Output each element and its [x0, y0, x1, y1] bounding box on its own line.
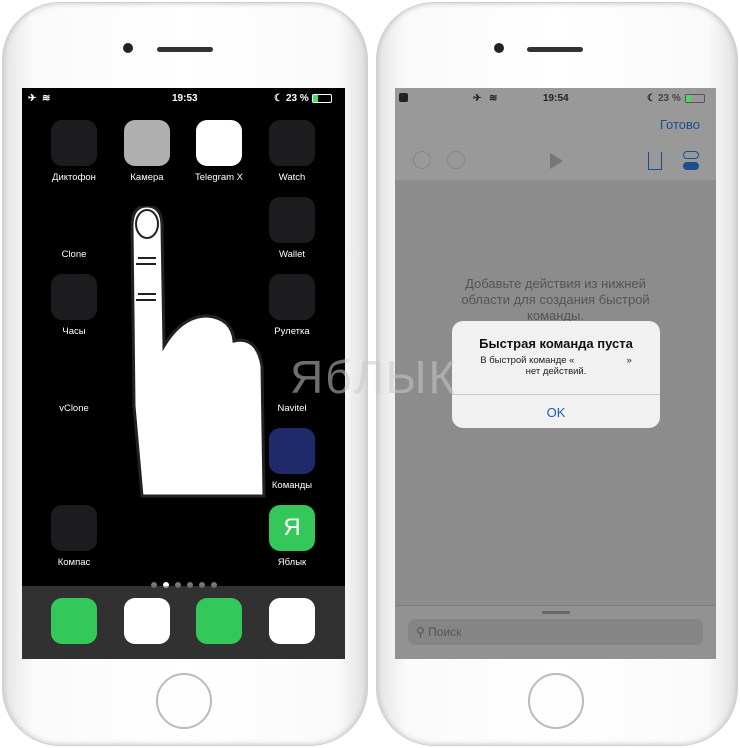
vclone-icon [51, 351, 97, 397]
app-yablyk[interactable]: Я Яблык [255, 505, 329, 568]
dock-safari[interactable] [110, 598, 184, 644]
home-button[interactable] [528, 673, 584, 729]
app-label: Telegram X [194, 172, 244, 183]
search-icon: ⚲ [416, 625, 425, 639]
status-bar: ✈ ≋ 19:54 ☾ 23 % [395, 88, 716, 110]
undo-icon[interactable] [413, 151, 431, 169]
app-label: Clone [61, 249, 87, 260]
measure-icon [269, 274, 315, 320]
front-camera [494, 43, 504, 53]
app-label: Watch [278, 172, 306, 183]
front-camera [123, 43, 133, 53]
camera-icon [124, 120, 170, 166]
clone-icon [51, 197, 97, 243]
wallet-icon [269, 197, 315, 243]
dock-phone[interactable] [37, 598, 111, 644]
app-label: Диктофон [52, 172, 96, 183]
alert-message-end: нет действий. [525, 366, 587, 377]
moon-icon: ☾ [647, 93, 656, 104]
alert-ok-button[interactable]: OK [452, 405, 660, 420]
alert-message: В быстрой команде « » нет действий. [452, 355, 660, 377]
battery-icon [312, 94, 332, 103]
watch-icon [269, 120, 315, 166]
search-input[interactable]: ⚲ Поиск [408, 619, 703, 645]
settings-toggle-icon[interactable] [683, 151, 699, 171]
home-button[interactable] [156, 673, 212, 729]
app-compass[interactable]: Компас [37, 505, 111, 568]
compass-icon [51, 505, 97, 551]
battery-percent: 23 % [658, 93, 681, 104]
app-label: Камера [130, 172, 164, 183]
dock-music[interactable] [255, 598, 329, 644]
empty-hint: Добавьте действия из нижней области для … [461, 276, 650, 323]
wifi-icon: ≋ [489, 93, 498, 104]
redo-icon[interactable] [447, 151, 465, 169]
airplane-icon: ✈ [28, 93, 37, 104]
app-label: vClone [59, 403, 89, 414]
airplane-icon: ✈ [473, 93, 482, 104]
actions-drawer: ⚲ Поиск [395, 605, 716, 659]
speaker [527, 47, 583, 52]
app-label: Яблык [277, 557, 307, 568]
alert-title: Быстрая команда пуста [479, 336, 633, 351]
alert-message-quote: » [626, 355, 632, 366]
app-camera[interactable]: Камера [110, 120, 184, 183]
back-app-icon[interactable] [399, 93, 408, 102]
watermark: ЯбЛЫК [290, 351, 458, 403]
drawer-handle[interactable] [541, 611, 570, 614]
dock [22, 586, 345, 659]
app-label: Компас [57, 557, 91, 568]
voice-memos-icon [51, 120, 97, 166]
hand-pointer-icon [130, 206, 266, 498]
alert-message-start: В быстрой команде « [480, 355, 575, 366]
dock-messages[interactable] [182, 598, 256, 644]
search-placeholder: Поиск [428, 625, 462, 639]
app-glyph: Я [283, 514, 301, 541]
speaker [157, 47, 213, 52]
app-label: Часы [62, 326, 86, 337]
music-icon [269, 598, 315, 644]
messages-icon [196, 598, 242, 644]
battery-percent: 23 % [286, 93, 309, 104]
battery-icon [685, 94, 705, 103]
wifi-icon: ≋ [42, 93, 51, 104]
status-bar: ✈ ≋ 19:53 ☾ 23 % [22, 88, 345, 110]
telegram-icon [196, 120, 242, 166]
safari-icon [124, 598, 170, 644]
app-clone[interactable]: Clone [37, 197, 111, 260]
app-clock[interactable]: Часы [37, 274, 111, 337]
clock-icon [51, 274, 97, 320]
app-watch[interactable]: Watch [255, 120, 329, 183]
done-button[interactable]: Готово [660, 117, 700, 132]
phone-icon [51, 598, 97, 644]
yablyk-icon: Я [269, 505, 315, 551]
moon-icon: ☾ [274, 93, 283, 104]
alert-dialog: Быстрая команда пуста В быстрой команде … [452, 321, 660, 428]
status-time: 19:54 [543, 93, 569, 104]
app-telegram[interactable]: Telegram X [182, 120, 256, 183]
share-icon[interactable] [648, 152, 662, 170]
shortcuts-icon [269, 428, 315, 474]
play-icon[interactable] [550, 153, 563, 169]
app-vclone[interactable]: vClone [37, 351, 111, 414]
app-voice-memos[interactable]: Диктофон [37, 120, 111, 183]
status-time: 19:53 [172, 93, 198, 104]
